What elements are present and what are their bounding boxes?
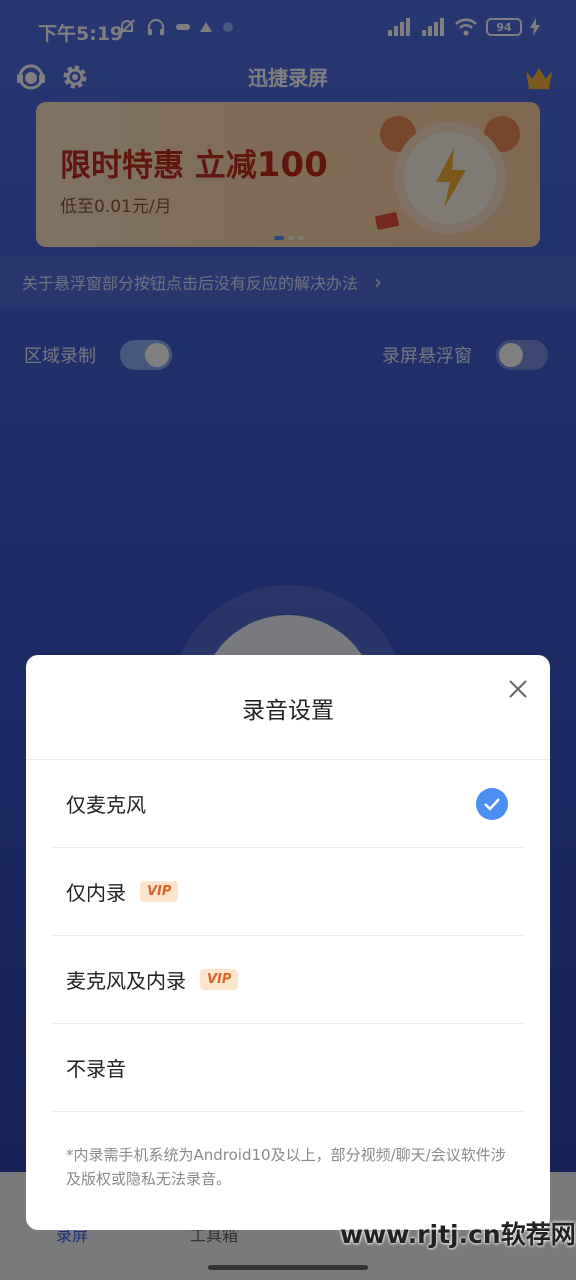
option-internal-only[interactable]: 仅内录 VIP <box>52 848 524 936</box>
option-label: 不录音 <box>66 1057 126 1081</box>
watermark: www.rjtj.cn软荐网 <box>340 1220 576 1249</box>
option-no-audio[interactable]: 不录音 <box>52 1024 524 1112</box>
audio-settings-dialog: 录音设置 仅麦克风 仅内录 VIP 麦克风及内录 VIP 不录音 *内录需手机系… <box>26 655 550 1230</box>
option-label: 麦克风及内录 <box>66 969 186 993</box>
audio-footnote: *内录需手机系统为Android10及以上，部分视频/聊天/会议软件涉及版权或隐… <box>66 1146 506 1188</box>
home-indicator <box>208 1265 368 1270</box>
vip-badge: VIP <box>140 881 179 902</box>
option-label: 仅内录 <box>66 881 126 905</box>
option-mic-and-internal[interactable]: 麦克风及内录 VIP <box>52 936 524 1024</box>
dialog-title: 录音设置 <box>242 698 334 724</box>
vip-badge: VIP <box>200 969 239 990</box>
option-mic-only[interactable]: 仅麦克风 <box>52 760 524 848</box>
check-icon <box>476 788 508 820</box>
close-icon[interactable] <box>506 677 530 701</box>
option-label: 仅麦克风 <box>66 793 146 817</box>
